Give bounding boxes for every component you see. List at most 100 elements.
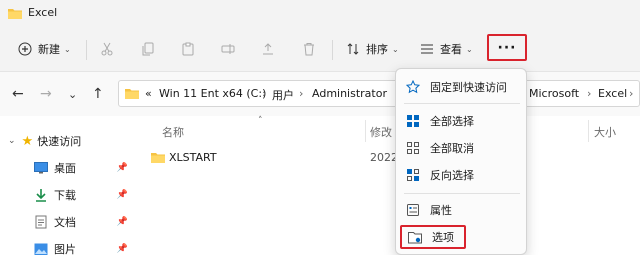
address-bar[interactable]: « Win 11 Ent x64 (C:) › 用户 › Administrat… bbox=[118, 80, 640, 107]
file-date: 2022 bbox=[370, 151, 398, 164]
plus-circle-icon bbox=[18, 42, 32, 56]
breadcrumb-drive[interactable]: Win 11 Ent x64 (C:) bbox=[159, 87, 266, 100]
list-view-icon bbox=[421, 44, 433, 54]
folder-icon bbox=[151, 153, 165, 163]
up-arrow-icon[interactable]: ↑ bbox=[92, 86, 104, 102]
copy-icon bbox=[142, 42, 154, 56]
folder-icon bbox=[8, 9, 22, 19]
sidebar-item-label: 快速访问 bbox=[37, 135, 82, 148]
cut-button[interactable] bbox=[100, 38, 114, 60]
more-icon: ··· bbox=[497, 39, 517, 56]
new-label: 新建 bbox=[38, 43, 60, 56]
share-icon bbox=[263, 43, 273, 55]
sidebar-item-pictures[interactable]: 图片 📌 bbox=[0, 239, 136, 255]
menu-item-label: 全部选择 bbox=[430, 115, 474, 128]
chevron-down-icon: ⌄ bbox=[466, 44, 473, 54]
toolbar-divider bbox=[332, 40, 333, 60]
sort-indicator-icon: ˄ bbox=[258, 116, 263, 126]
sort-label: 排序 bbox=[366, 43, 388, 56]
breadcrumb-overflow[interactable]: « bbox=[145, 87, 152, 100]
menu-item-invert-selection[interactable]: 反向选择 bbox=[400, 163, 524, 187]
sidebar-item-downloads[interactable]: 下载 📌 bbox=[0, 185, 136, 205]
menu-item-label: 反向选择 bbox=[430, 169, 474, 182]
file-list: ˄ 名称 修改 大小 XLSTART 2022 bbox=[136, 116, 640, 255]
pin-icon[interactable]: 📌 bbox=[117, 217, 128, 227]
sort-button[interactable]: 排序 ⌄ bbox=[346, 38, 399, 60]
pin-icon[interactable]: 📌 bbox=[117, 163, 128, 173]
new-button[interactable]: 新建 ⌄ bbox=[18, 38, 71, 60]
title-bar: Excel bbox=[0, 0, 640, 28]
menu-divider bbox=[404, 103, 520, 104]
document-icon bbox=[35, 215, 47, 229]
sort-icon bbox=[347, 43, 359, 55]
share-button[interactable] bbox=[261, 38, 275, 60]
sidebar-item-label: 图片 bbox=[54, 243, 76, 255]
pin-icon[interactable]: 📌 bbox=[117, 244, 128, 254]
breadcrumb-users[interactable]: 用户 bbox=[272, 87, 294, 103]
navigation-bar: ← → ⌄ ↑ « Win 11 Ent x64 (C:) › 用户 › Adm… bbox=[0, 72, 640, 116]
sidebar-item-documents[interactable]: 文档 📌 bbox=[0, 212, 136, 232]
star-outline-icon bbox=[406, 80, 420, 94]
pin-icon[interactable]: 📌 bbox=[117, 190, 128, 200]
menu-item-properties[interactable]: 属性 bbox=[400, 198, 524, 222]
chevron-down-icon: ⌄ bbox=[64, 44, 71, 54]
column-header-modified[interactable]: 修改 bbox=[370, 124, 392, 140]
desktop-icon bbox=[34, 162, 48, 174]
invert-selection-icon bbox=[407, 169, 419, 181]
more-options-menu: 固定到快速访问 全部选择 全部取消 反向选择 属性 选项 bbox=[395, 68, 527, 255]
menu-item-label: 全部取消 bbox=[430, 142, 474, 155]
sidebar-item-desktop[interactable]: 桌面 📌 bbox=[0, 158, 136, 178]
menu-item-pin-quick-access[interactable]: 固定到快速访问 bbox=[400, 75, 524, 99]
breadcrumb-administrator[interactable]: Administrator bbox=[312, 87, 387, 100]
breadcrumb-separator: › bbox=[587, 87, 592, 100]
menu-divider bbox=[404, 193, 520, 194]
menu-item-label: 固定到快速访问 bbox=[430, 81, 507, 94]
more-options-button[interactable]: ··· bbox=[487, 34, 527, 61]
star-icon: ★ bbox=[21, 133, 34, 149]
view-button[interactable]: 查看 ⌄ bbox=[420, 38, 473, 60]
menu-item-label: 属性 bbox=[430, 204, 452, 217]
column-header-name[interactable]: 名称 bbox=[162, 124, 184, 140]
window-title: Excel bbox=[28, 6, 58, 19]
scissors-icon bbox=[101, 42, 113, 56]
breadcrumb-microsoft[interactable]: Microsoft bbox=[529, 87, 579, 100]
chevron-down-icon: ⌄ bbox=[392, 44, 399, 54]
menu-item-options[interactable]: 选项 bbox=[400, 225, 466, 249]
download-icon bbox=[36, 189, 46, 202]
navigation-pane: ⌄ ★ 快速访问 桌面 📌 下载 📌 文档 📌 图片 📌 bbox=[0, 116, 136, 255]
clipboard-icon bbox=[182, 42, 194, 56]
sidebar-item-label: 桌面 bbox=[54, 162, 76, 175]
delete-button[interactable] bbox=[302, 38, 316, 60]
menu-item-label: 选项 bbox=[432, 231, 454, 244]
folder-options-icon bbox=[408, 231, 422, 243]
sidebar-item-quick-access[interactable]: ⌄ ★ 快速访问 bbox=[0, 131, 136, 151]
rename-button[interactable] bbox=[221, 38, 235, 60]
sidebar-item-label: 文档 bbox=[54, 216, 76, 229]
paste-button[interactable] bbox=[181, 38, 195, 60]
trash-icon bbox=[304, 43, 314, 56]
properties-icon bbox=[407, 204, 419, 216]
breadcrumb-separator: › bbox=[262, 87, 267, 100]
breadcrumb-separator: › bbox=[299, 87, 304, 100]
file-name: XLSTART bbox=[169, 151, 217, 164]
rename-icon bbox=[221, 44, 235, 54]
column-header-size[interactable]: 大小 bbox=[594, 124, 616, 140]
command-bar: 新建 ⌄ 排序 ⌄ 查看 ⌄ bbox=[0, 28, 640, 72]
breadcrumb-separator: › bbox=[629, 87, 634, 100]
view-label: 查看 bbox=[440, 43, 462, 56]
column-divider[interactable] bbox=[365, 120, 366, 142]
column-divider[interactable] bbox=[588, 120, 589, 142]
sidebar-item-label: 下载 bbox=[54, 189, 76, 202]
select-all-icon bbox=[407, 115, 419, 127]
back-arrow-icon[interactable]: ← bbox=[12, 86, 24, 102]
select-none-icon bbox=[407, 142, 419, 154]
folder-icon bbox=[125, 89, 139, 99]
menu-item-select-none[interactable]: 全部取消 bbox=[400, 136, 524, 160]
forward-arrow-icon[interactable]: → bbox=[40, 86, 52, 102]
breadcrumb-excel[interactable]: Excel bbox=[598, 87, 627, 100]
menu-item-select-all[interactable]: 全部选择 bbox=[400, 109, 524, 133]
toolbar-divider bbox=[86, 40, 87, 60]
copy-button[interactable] bbox=[141, 38, 155, 60]
chevron-down-icon[interactable]: ⌄ bbox=[8, 136, 16, 146]
chevron-down-icon[interactable]: ⌄ bbox=[68, 88, 77, 101]
